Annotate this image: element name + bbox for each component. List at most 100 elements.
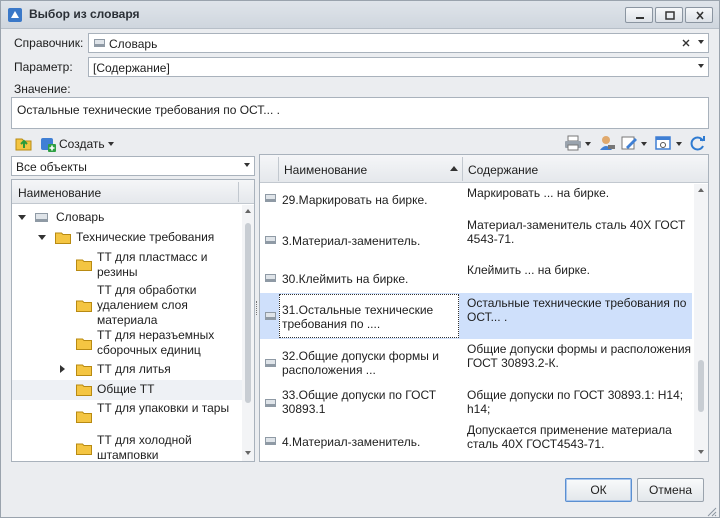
record-icon — [265, 274, 276, 282]
row-content: Материал-заменитель сталь 40Х ГОСТ 4543-… — [467, 218, 686, 246]
ok-button[interactable]: ОК — [565, 478, 632, 502]
book-icon — [94, 39, 105, 47]
user-button[interactable] — [598, 134, 620, 154]
column-header-content[interactable]: Содержание — [468, 163, 538, 177]
cancel-button[interactable]: Отмена — [637, 478, 704, 502]
refresh-button[interactable] — [689, 134, 709, 154]
folder-icon — [76, 443, 92, 455]
table-row[interactable]: 29.Маркировать на бирке. Маркировать ...… — [260, 184, 692, 215]
dictionary-select[interactable]: Словарь — [88, 33, 709, 53]
minimize-icon — [636, 17, 644, 19]
dialog-window: Выбор из словаря Справочник: Словарь Пар… — [0, 0, 720, 518]
view-button[interactable] — [654, 134, 684, 154]
row-name: 3.Материал-заменитель. — [282, 234, 421, 248]
maximize-button[interactable] — [655, 7, 683, 23]
add-record-icon — [41, 138, 56, 152]
folder-icon — [76, 411, 92, 423]
row-name: 33.Общие допуски по ГОСТ 30893.1 — [282, 388, 437, 416]
record-icon — [265, 312, 276, 320]
scroll-thumb[interactable] — [698, 360, 704, 412]
chevron-down-icon — [244, 163, 250, 167]
tree-node-label: ТТ для упаковки и тары — [97, 401, 230, 415]
splitter-handle[interactable] — [256, 301, 258, 315]
grid-scrollbar[interactable] — [694, 184, 708, 461]
tree-header-label: Наименование — [18, 186, 102, 200]
expand-icon[interactable] — [60, 365, 65, 373]
scroll-thumb[interactable] — [245, 223, 251, 403]
tree-node[interactable]: ТТ для упаковки и тары — [12, 401, 242, 433]
table-row[interactable]: 3.Материал-заменитель. Материал-замените… — [260, 215, 692, 260]
folder-icon — [76, 364, 92, 376]
record-icon — [265, 437, 276, 445]
parameter-select[interactable]: [Содержание] — [88, 57, 709, 77]
close-window-button[interactable] — [685, 7, 713, 23]
row-content: Общие допуски по ГОСТ 30893.1: H14; h14; — [467, 388, 684, 416]
clear-icon[interactable] — [682, 39, 690, 47]
row-content: Остальные технические требования по ОСТ.… — [467, 296, 687, 324]
row-name: 29.Маркировать на бирке. — [282, 193, 428, 207]
print-button[interactable] — [564, 134, 592, 154]
app-icon — [8, 8, 22, 22]
folder-up-icon — [15, 138, 32, 151]
tree-node[interactable]: ТТ для неразъемных сборочных единиц — [12, 328, 242, 360]
chevron-down-icon — [698, 64, 704, 68]
refresh-icon — [690, 136, 705, 151]
create-button[interactable]: Создать — [39, 134, 119, 154]
filter-select[interactable]: Все объекты — [11, 156, 255, 176]
tree-node[interactable]: ТТ для холодной штамповки — [12, 433, 242, 461]
tree-panel: Наименование Словарь Технические требова… — [11, 179, 255, 462]
records-grid: 29.Маркировать на бирке. Маркировать ...… — [260, 184, 692, 461]
tree-node[interactable]: Технические требования — [12, 229, 242, 246]
scroll-up-icon[interactable] — [245, 209, 251, 213]
tree-node-root[interactable]: Словарь — [12, 209, 242, 226]
edit-icon — [621, 136, 637, 150]
table-row[interactable]: 30.Клеймить на бирке. Клеймить ... на би… — [260, 260, 692, 293]
value-label: Значение: — [14, 82, 71, 96]
minimize-button[interactable] — [625, 7, 653, 23]
chevron-down-icon — [585, 142, 591, 146]
value-field[interactable]: Остальные технические требования по ОСТ.… — [11, 97, 709, 129]
chevron-down-icon — [641, 142, 647, 146]
create-label: Создать — [59, 137, 105, 151]
dictionary-value: Словарь — [109, 37, 158, 51]
folder-icon — [76, 259, 92, 271]
tree-node-label: ТТ для литья — [97, 362, 171, 376]
row-content: Клеймить ... на бирке. — [467, 263, 591, 277]
tree-node[interactable]: ТТ для литья — [12, 361, 242, 379]
folder-icon — [76, 338, 92, 350]
tree-scrollbar[interactable] — [242, 205, 254, 461]
folder-icon — [55, 232, 71, 244]
scroll-up-icon[interactable] — [698, 188, 704, 192]
scroll-down-icon[interactable] — [245, 451, 251, 455]
tree-node[interactable]: Общие ТТ — [12, 380, 242, 400]
tree-node-label: Общие ТТ — [97, 382, 155, 396]
row-name: 31.Остальные технические требования по .… — [279, 294, 459, 338]
table-row[interactable]: 32.Общие допуски формы и расположения ..… — [260, 339, 692, 385]
tree: Словарь Технические требования ТТ для пл… — [12, 205, 242, 461]
tree-node-label: ТТ для холодной штамповки — [97, 433, 192, 461]
scroll-down-icon[interactable] — [698, 450, 704, 454]
table-row-selected[interactable]: 31.Остальные технические требования по .… — [260, 293, 692, 339]
expand-icon[interactable] — [18, 215, 26, 220]
tree-node[interactable]: ТТ для обработки удалением слоя материал… — [12, 283, 242, 328]
sort-ascending-icon — [450, 166, 458, 171]
row-name: 30.Клеймить на бирке. — [282, 272, 409, 286]
expand-icon[interactable] — [38, 235, 46, 240]
parameter-value: [Содержание] — [93, 61, 170, 75]
folder-up-button[interactable] — [15, 134, 33, 154]
table-row[interactable]: 4.Материал-заменитель. Допускается приме… — [260, 422, 692, 461]
edit-button[interactable] — [620, 134, 648, 154]
tree-node[interactable]: ТТ для пластмасс и резины — [12, 249, 242, 281]
table-row[interactable]: 33.Общие допуски по ГОСТ 30893.1 Общие д… — [260, 385, 692, 422]
row-name: 4.Материал-заменитель. — [282, 435, 421, 449]
parameter-label: Параметр: — [14, 60, 73, 74]
tree-node-label: ТТ для пластмасс и резины — [97, 250, 208, 279]
column-header-name[interactable]: Наименование — [284, 163, 367, 177]
chevron-down-icon — [676, 142, 682, 146]
tree-node-label: ТТ для неразъемных сборочных единиц — [97, 328, 215, 357]
resize-grip-icon[interactable] — [705, 505, 717, 517]
tree-node-label: Технические требования — [76, 230, 215, 244]
book-icon — [35, 213, 48, 222]
user-icon — [600, 136, 615, 150]
tree-header: Наименование — [12, 180, 254, 204]
